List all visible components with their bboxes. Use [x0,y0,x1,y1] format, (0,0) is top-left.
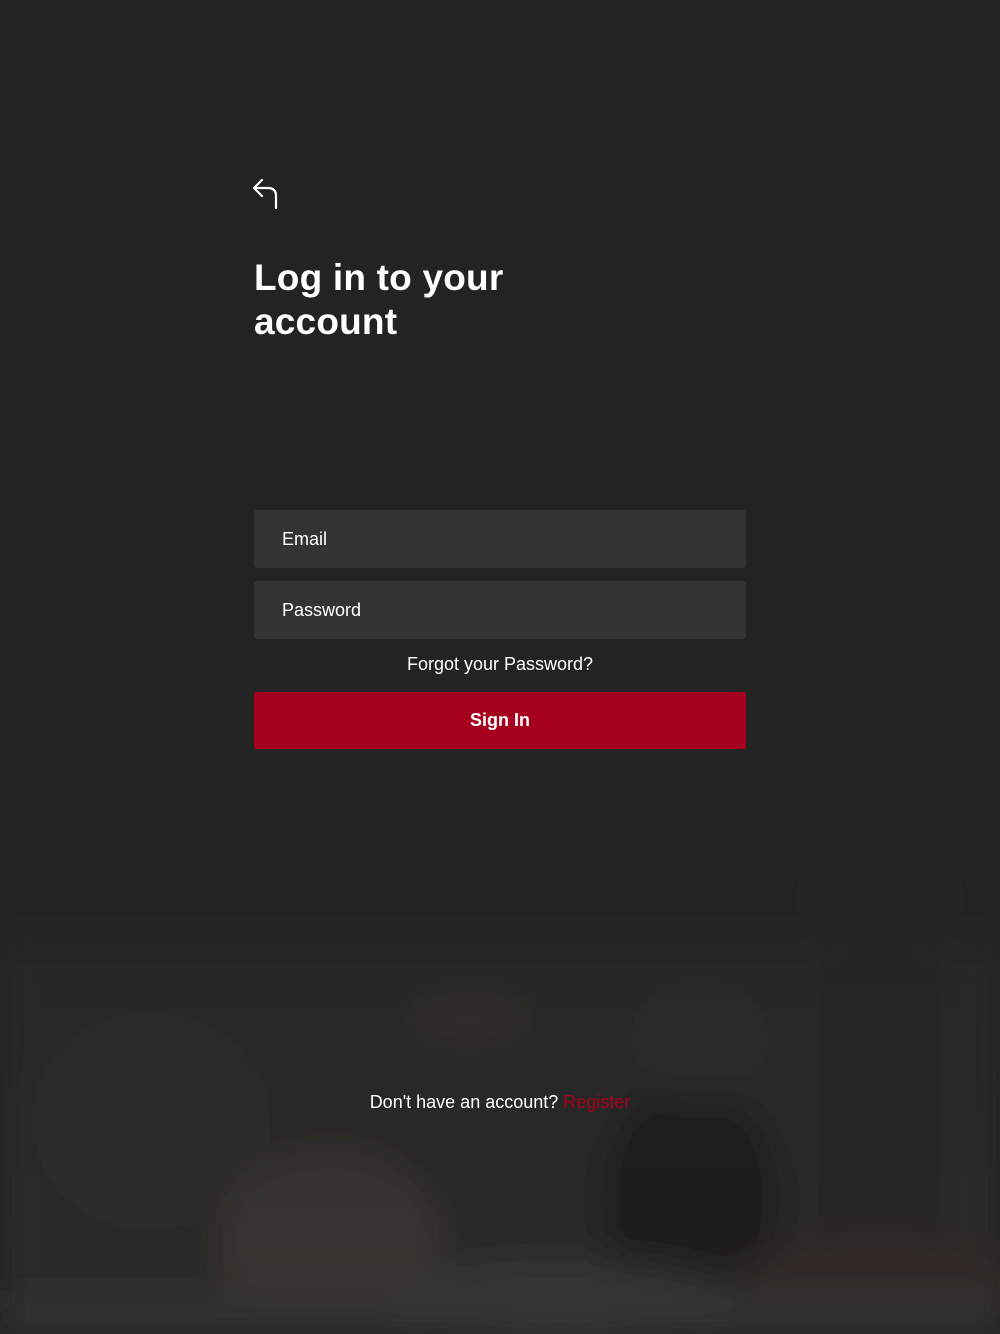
background-photo [0,820,1000,1334]
email-field[interactable] [282,528,718,550]
register-link[interactable]: Register [563,1092,630,1112]
page-title: Log in to your account [254,257,504,342]
sign-in-button[interactable]: Sign In [254,692,746,749]
email-field-container[interactable] [254,510,746,568]
password-field-container[interactable] [254,581,746,639]
register-prompt-text: Don't have an account? [369,1092,559,1112]
password-field[interactable] [282,599,718,621]
back-button[interactable] [250,172,286,214]
register-prompt: Don't have an account? Register [0,1092,1000,1113]
back-arrow-icon [250,172,280,215]
forgot-password-link[interactable]: Forgot your Password? [254,654,746,675]
